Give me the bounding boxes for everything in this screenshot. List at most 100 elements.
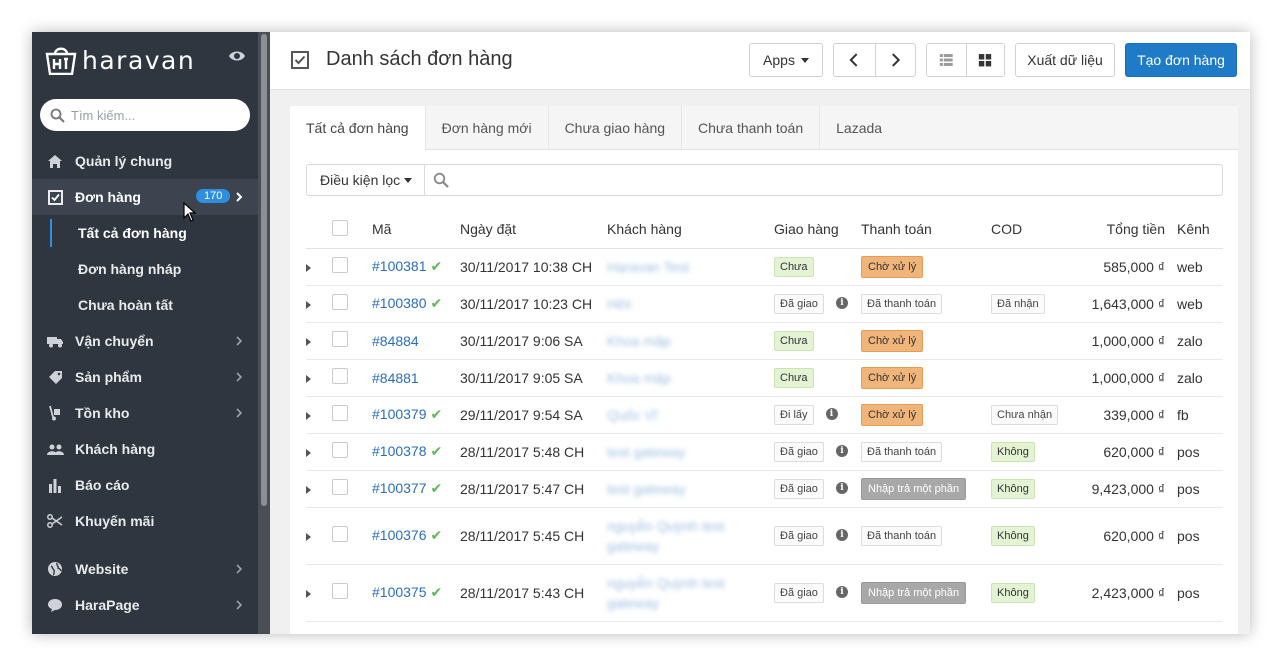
customer-name[interactable]: Haravan Test <box>607 257 689 277</box>
filter-condition-dropdown[interactable]: Điều kiện lọc <box>307 165 426 195</box>
order-code-link[interactable]: #100375 <box>372 584 427 600</box>
table-row[interactable]: #100380 ✔ 30/11/2017 10:23 CH Hihi Đã giao i Đ… <box>306 285 1223 323</box>
sidebar-item-dashboard[interactable]: Quản lý chung <box>32 143 258 179</box>
row-checkbox[interactable] <box>332 294 348 310</box>
expand-row-icon[interactable] <box>306 589 311 598</box>
customer-name[interactable]: test gateway <box>607 442 686 462</box>
order-code-link[interactable]: #100377 <box>372 480 427 496</box>
grid-view-icon[interactable] <box>966 44 1005 76</box>
list-view-icon[interactable] <box>927 44 966 76</box>
submenu-item-all-orders[interactable]: Tất cả đơn hàng <box>32 215 258 251</box>
submenu-item-incomplete[interactable]: Chưa hoàn tất <box>32 287 258 323</box>
table-row[interactable]: #100381 ✔ 30/11/2017 10:38 CH Haravan Test C… <box>306 248 1223 286</box>
row-checkbox[interactable] <box>332 257 348 273</box>
info-icon[interactable]: i <box>835 296 848 309</box>
order-code-link[interactable]: #100380 <box>372 295 427 311</box>
column-header-shipping[interactable]: Giao hàng <box>774 211 861 249</box>
sidebar-scrollbar[interactable] <box>258 32 270 634</box>
expand-row-icon[interactable] <box>306 337 311 346</box>
tab-all-orders[interactable]: Tất cả đơn hàng <box>290 106 426 151</box>
order-code-link[interactable]: #100376 <box>372 527 427 543</box>
customer-name[interactable]: Quốc Vĩ <box>607 405 658 425</box>
order-code-link[interactable]: #100378 <box>372 443 427 459</box>
brand-name: haravan <box>82 45 196 75</box>
sidebar-item-label: Báo cáo <box>75 477 130 493</box>
customer-name[interactable]: test gateway <box>607 479 686 499</box>
apps-dropdown-button[interactable]: Apps <box>749 43 823 77</box>
search-input[interactable] <box>71 107 231 123</box>
sidebar-item-website[interactable]: Website <box>32 551 258 587</box>
export-button[interactable]: Xuất dữ liệu <box>1015 43 1115 77</box>
sidebar-item-customers[interactable]: Khách hàng <box>32 431 258 467</box>
tab-unshipped[interactable]: Chưa giao hàng <box>549 106 683 150</box>
table-row[interactable]: #100379 ✔ 29/11/2017 9:54 SA Quốc Vĩ Đi lấy i… <box>306 396 1223 434</box>
row-checkbox[interactable] <box>332 331 348 347</box>
scrollbar-thumb[interactable] <box>261 34 267 506</box>
column-header-channel[interactable]: Kênh <box>1177 211 1223 249</box>
payment-status-badge: Chờ xử lý <box>861 366 924 389</box>
table-row[interactable]: #100375 ✔ 28/11/2017 5:43 CH nguyễn Quỳnh t… <box>306 564 1223 622</box>
column-header-date[interactable]: Ngày đặt <box>460 211 607 249</box>
table-row[interactable]: #100377 ✔ 28/11/2017 5:47 CH test gateway Đã… <box>306 470 1223 508</box>
expand-row-icon[interactable] <box>306 411 311 420</box>
row-checkbox[interactable] <box>332 479 348 495</box>
table-row[interactable]: #84881 30/11/2017 9:05 SA Khoa mập Chưa Chờ … <box>306 359 1223 397</box>
order-code-link[interactable]: #84884 <box>372 333 419 349</box>
tab-unpaid[interactable]: Chưa thanh toán <box>682 106 821 150</box>
submenu-item-draft-orders[interactable]: Đơn hàng nháp <box>32 251 258 287</box>
info-icon[interactable]: i <box>835 528 848 541</box>
row-checkbox[interactable] <box>332 583 348 599</box>
sidebar-search[interactable] <box>40 99 250 131</box>
create-order-button[interactable]: Tạo đơn hàng <box>1125 43 1237 77</box>
order-code-link[interactable]: #100379 <box>372 406 427 422</box>
customer-name[interactable]: Khoa mập <box>607 331 671 351</box>
sidebar-nav: Quản lý chung Đơn hàng 170 Tất cả đơn hà… <box>32 143 258 623</box>
search-icon[interactable] <box>433 172 449 188</box>
expand-row-icon[interactable] <box>306 263 311 272</box>
expand-row-icon[interactable] <box>306 374 311 383</box>
tab-new-orders[interactable]: Đơn hàng mới <box>426 106 549 150</box>
column-header-payment[interactable]: Thanh toán <box>861 211 991 249</box>
info-icon[interactable]: i <box>825 407 838 420</box>
expand-row-icon[interactable] <box>306 532 311 541</box>
expand-row-icon[interactable] <box>306 448 311 457</box>
expand-row-icon[interactable] <box>306 485 311 494</box>
select-all-checkbox[interactable] <box>332 219 348 236</box>
order-code-link[interactable]: #84881 <box>372 370 419 386</box>
column-header-customer[interactable]: Khách hàng <box>607 211 774 249</box>
customer-name[interactable]: Hihi <box>607 294 631 314</box>
column-header-cod[interactable]: COD <box>991 211 1091 249</box>
sidebar-item-products[interactable]: Sản phẩm <box>32 359 258 395</box>
row-checkbox[interactable] <box>332 442 348 458</box>
chevron-left-icon[interactable] <box>834 44 875 76</box>
sidebar-item-reports[interactable]: Báo cáo <box>32 467 258 503</box>
row-checkbox[interactable] <box>332 368 348 384</box>
sidebar-item-shipping[interactable]: Vận chuyển <box>32 323 258 359</box>
sidebar-item-label: Quản lý chung <box>75 153 173 169</box>
row-checkbox[interactable] <box>332 526 348 542</box>
row-checkbox[interactable] <box>332 405 348 421</box>
customer-name[interactable]: Khoa mập <box>607 368 671 388</box>
customer-name[interactable]: nguyễn Quỳnh test gateway <box>607 573 737 613</box>
info-icon[interactable]: i <box>835 444 848 457</box>
chevron-right-icon <box>236 408 243 418</box>
sidebar-item-inventory[interactable]: Tồn kho <box>32 395 258 431</box>
sidebar-item-promotions[interactable]: Khuyến mãi <box>32 503 258 539</box>
table-row[interactable]: #100378 ✔ 28/11/2017 5:48 CH test gateway Đã… <box>306 433 1223 471</box>
sidebar-item-orders[interactable]: Đơn hàng 170 <box>32 179 258 215</box>
app-window: haravan Quản lý chung <box>32 32 1250 634</box>
table-row[interactable]: #84884 30/11/2017 9:06 SA Khoa mập Chưa Chờ … <box>306 322 1223 360</box>
tab-lazada[interactable]: Lazada <box>820 106 898 150</box>
eye-icon[interactable] <box>228 50 246 62</box>
brand-logo[interactable]: haravan <box>44 44 195 76</box>
column-header-code[interactable]: Mã <box>372 211 460 249</box>
expand-row-icon[interactable] <box>306 300 311 309</box>
customer-name[interactable]: nguyễn Quỳnh test gateway <box>607 516 737 556</box>
info-icon[interactable]: i <box>835 481 848 494</box>
table-row[interactable]: #100376 ✔ 28/11/2017 5:45 CH nguyễn Quỳnh t… <box>306 507 1223 565</box>
chevron-right-icon[interactable] <box>875 44 916 76</box>
sidebar-item-harapage[interactable]: HaraPage <box>32 587 258 623</box>
info-icon[interactable]: i <box>835 585 848 598</box>
order-code-link[interactable]: #100381 <box>372 258 427 274</box>
column-header-total[interactable]: Tổng tiền <box>1091 211 1177 249</box>
